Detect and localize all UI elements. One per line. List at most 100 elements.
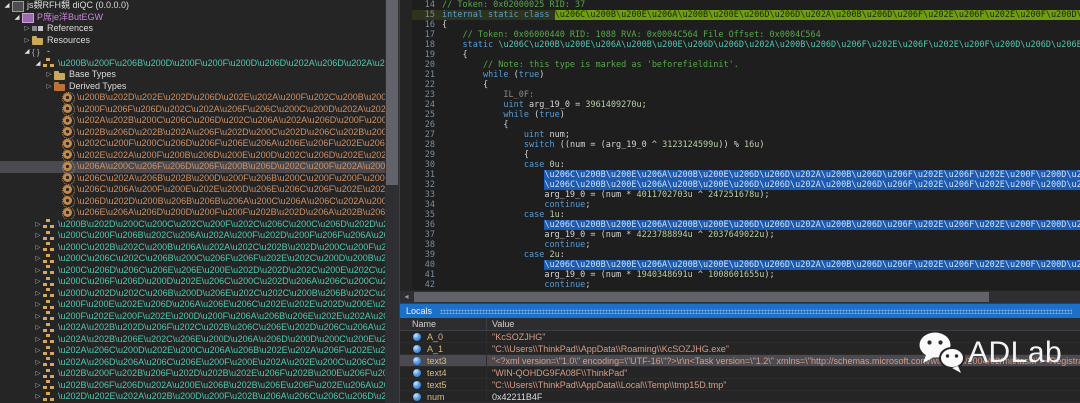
tree-item[interactable]: ▷\u202A\u206D\u206A\u206C\u206E\u200F\u2… xyxy=(0,357,385,369)
code-line[interactable]: 15internal static class \u206C\u200B\u20… xyxy=(400,10,1080,20)
breakpoint-gutter[interactable] xyxy=(400,110,412,120)
breakpoint-gutter[interactable] xyxy=(400,10,412,20)
breakpoint-gutter[interactable] xyxy=(400,130,412,140)
tree-item[interactable]: \u206C\u206A\u200F\u200E\u202E\u200D\u20… xyxy=(0,184,385,196)
code-line[interactable]: 41 arg_19_0 = (num * 1940348691u ^ 10086… xyxy=(400,270,1080,280)
breakpoint-gutter[interactable] xyxy=(400,240,412,250)
tree-item[interactable]: ▷\u202A\u202B\u202D\u206F\u202C\u202B\u2… xyxy=(0,322,385,334)
variable-value[interactable]: "<?xml version=\"1.0\" encoding=\"UTF-16… xyxy=(487,355,1080,366)
tree-item[interactable]: ▷\u202B\u206F\u206D\u202A\u200E\u206B\u2… xyxy=(0,380,385,392)
breakpoint-gutter[interactable] xyxy=(400,50,412,60)
code-line[interactable]: 23 IL_0F: xyxy=(400,90,1080,100)
breakpoint-gutter[interactable] xyxy=(400,90,412,100)
breakpoint-gutter[interactable] xyxy=(400,170,412,180)
code-line[interactable]: 14// Token: 0x02000025 RID: 37 xyxy=(400,0,1080,10)
tree-scrollbar-thumb[interactable] xyxy=(386,0,398,185)
breakpoint-gutter[interactable] xyxy=(400,120,412,130)
breakpoint-gutter[interactable] xyxy=(400,60,412,70)
tree-item[interactable]: ▷\u200F\u200E\u202E\u206D\u206A\u206E\u2… xyxy=(0,299,385,311)
editor-horizontal-scrollbar[interactable]: ◂ xyxy=(400,290,1080,303)
breakpoint-gutter[interactable] xyxy=(400,100,412,110)
variable-value[interactable]: "KcSOZJHG" xyxy=(487,331,1080,342)
expander-collapsed-icon[interactable]: ▷ xyxy=(33,230,43,242)
variable-value[interactable]: "C:\\Users\\ThinkPad\\AppData\\Roaming\\… xyxy=(487,343,1080,354)
code-line[interactable]: 26 { xyxy=(400,120,1080,130)
code-line[interactable]: 18 static \u206C\u200B\u200E\u206A\u200B… xyxy=(400,40,1080,50)
code-line[interactable]: 31 \u206C\u200B\u200E\u206A\u200B\u200E\… xyxy=(400,170,1080,180)
expander-collapsed-icon[interactable]: ▷ xyxy=(33,265,43,277)
code-line[interactable]: 33 arg_19_0 = (num * 4011702703u ^ 24725… xyxy=(400,190,1080,200)
expander-collapsed-icon[interactable]: ▷ xyxy=(44,69,54,81)
breakpoint-gutter[interactable] xyxy=(400,220,412,230)
code-line[interactable]: 28 switch ((num = (arg_19_0 ^ 3123124599… xyxy=(400,140,1080,150)
expander-collapsed-icon[interactable]: ▷ xyxy=(33,380,43,392)
breakpoint-gutter[interactable] xyxy=(400,150,412,160)
tree-item[interactable]: \u206A\u200C\u206F\u206D\u206F\u200B\u20… xyxy=(0,161,385,173)
code-line[interactable]: 16{ xyxy=(400,20,1080,30)
breakpoint-gutter[interactable] xyxy=(400,210,412,220)
code-line[interactable]: 34 continue; xyxy=(400,200,1080,210)
expander-collapsed-icon[interactable]: ▷ xyxy=(33,311,43,323)
code-line[interactable]: 39 case 2u: xyxy=(400,250,1080,260)
tree-item[interactable]: ▷\u200C\u202B\u202C\u200B\u206A\u202A\u2… xyxy=(0,242,385,254)
expander-expanded-icon[interactable]: ◢ xyxy=(33,58,43,70)
expander-collapsed-icon[interactable]: ▷ xyxy=(33,391,43,403)
code-line[interactable]: 38 continue; xyxy=(400,240,1080,250)
locals-panel-header[interactable]: Locals xyxy=(400,304,1080,318)
tree-item[interactable]: ▷\u202A\u202B\u206E\u202C\u206E\u200D\u2… xyxy=(0,334,385,346)
tree-item[interactable]: ▷Resources xyxy=(0,35,385,47)
breakpoint-gutter[interactable] xyxy=(400,20,412,30)
tree-item[interactable]: \u202A\u202B\u200C\u206C\u206D\u202C\u20… xyxy=(0,115,385,127)
tree-item[interactable]: ▷\u200B\u202D\u200C\u200C\u202C\u200F\u2… xyxy=(0,219,385,231)
breakpoint-gutter[interactable] xyxy=(400,80,412,90)
code-line[interactable]: 17 // Token: 0x06000440 RID: 1088 RVA: 0… xyxy=(400,30,1080,40)
breakpoint-gutter[interactable] xyxy=(400,280,412,290)
locals-row[interactable]: A_1"C:\\Users\\ThinkPad\\AppData\\Roamin… xyxy=(400,343,1080,355)
tree-item[interactable]: ▷Derived Types xyxy=(0,81,385,93)
breakpoint-gutter[interactable] xyxy=(400,140,412,150)
expander-collapsed-icon[interactable]: ▷ xyxy=(33,253,43,265)
tree-item[interactable]: \u206E\u206A\u206D\u200D\u200F\u200F\u20… xyxy=(0,207,385,219)
tree-item[interactable]: \u202E\u202A\u200F\u200B\u206D\u200E\u20… xyxy=(0,150,385,162)
tree-item[interactable]: ▷\u200C\u200F\u206B\u202C\u206A\u202A\u2… xyxy=(0,230,385,242)
code-line[interactable]: 25 while (true) xyxy=(400,110,1080,120)
expander-collapsed-icon[interactable]: ▷ xyxy=(33,242,43,254)
expander-collapsed-icon[interactable]: ▷ xyxy=(33,288,43,300)
column-header-name[interactable]: Name xyxy=(400,318,487,330)
tree-item[interactable]: ▷\u202D\u202E\u202A\u202B\u200D\u200F\u2… xyxy=(0,391,385,403)
breakpoint-gutter[interactable] xyxy=(400,180,412,190)
expander-expanded-icon[interactable]: ◢ xyxy=(2,0,12,12)
tree-item[interactable]: ▷\u200C\u206F\u206D\u200D\u202E\u206C\u2… xyxy=(0,276,385,288)
tree-item[interactable]: \u206C\u202A\u206B\u202B\u200D\u200F\u20… xyxy=(0,173,385,185)
code-line[interactable]: 29 { xyxy=(400,150,1080,160)
code-line[interactable]: 30 case 0u: xyxy=(400,160,1080,170)
breakpoint-gutter[interactable] xyxy=(400,190,412,200)
tree-item[interactable]: ▷Base Types xyxy=(0,69,385,81)
breakpoint-gutter[interactable] xyxy=(400,70,412,80)
tree-item[interactable]: ▷\u200C\u206C\u202C\u206B\u200C\u206F\u2… xyxy=(0,253,385,265)
tree-item[interactable]: \u200B\u202D\u202E\u202D\u206D\u202E\u20… xyxy=(0,92,385,104)
locals-row[interactable]: text5"C:\\Users\\ThinkPad\\AppData\\Loca… xyxy=(400,379,1080,391)
code-line[interactable]: 24 uint arg_19_0 = 3961409270u; xyxy=(400,100,1080,110)
expander-collapsed-icon[interactable]: ▷ xyxy=(33,299,43,311)
tree-item[interactable]: \u200F\u206F\u206D\u202C\u202A\u206F\u20… xyxy=(0,104,385,116)
code-line[interactable]: 22 { xyxy=(400,80,1080,90)
tree-item[interactable]: ◢- xyxy=(0,46,385,58)
tree-item[interactable]: ▷\u200F\u202E\u200F\u202E\u200D\u200F\u2… xyxy=(0,311,385,323)
code-line[interactable]: 19 { xyxy=(400,50,1080,60)
tree-item[interactable]: ▷\u200C\u206D\u206C\u206E\u206E\u200E\u2… xyxy=(0,265,385,277)
breakpoint-gutter[interactable] xyxy=(400,0,412,10)
tree-item[interactable]: ▷\u202B\u200F\u202B\u206F\u202D\u202B\u2… xyxy=(0,368,385,380)
scroll-left-arrow-icon[interactable]: ◂ xyxy=(400,291,413,303)
variable-value[interactable]: "C:\\Users\\ThinkPad\\AppData\\Local\\Te… xyxy=(487,379,1080,390)
expander-collapsed-icon[interactable]: ▷ xyxy=(33,276,43,288)
locals-row[interactable]: num0x42211B4F xyxy=(400,391,1080,403)
code-line[interactable]: 42 continue; xyxy=(400,280,1080,290)
breakpoint-gutter[interactable] xyxy=(400,270,412,280)
expander-expanded-icon[interactable]: ◢ xyxy=(22,46,32,58)
expander-collapsed-icon[interactable]: ▷ xyxy=(44,81,54,93)
expander-collapsed-icon[interactable]: ▷ xyxy=(33,357,43,369)
code-line[interactable]: 35 case 1u: xyxy=(400,210,1080,220)
breakpoint-gutter[interactable] xyxy=(400,260,412,270)
expander-collapsed-icon[interactable]: ▷ xyxy=(33,345,43,357)
